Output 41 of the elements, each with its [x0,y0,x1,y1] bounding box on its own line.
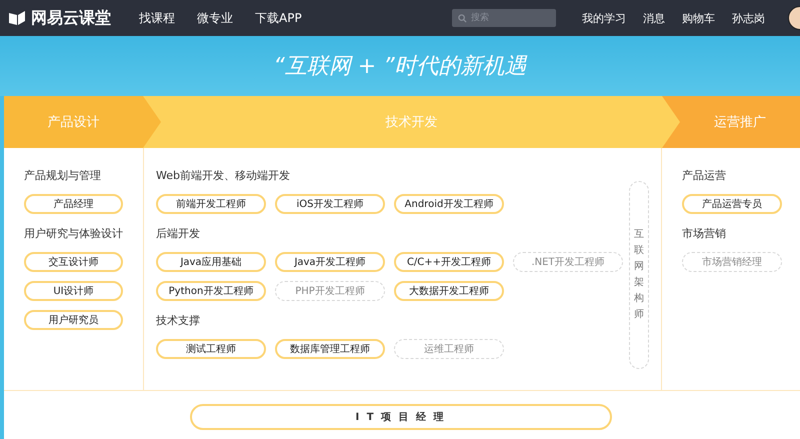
group-title: 产品运营 [682,168,727,183]
career-chip[interactable]: Java开发工程师 [275,252,385,272]
career-chip[interactable]: UI设计师 [24,281,123,301]
career-chip[interactable]: 前端开发工程师 [156,194,266,214]
career-chip[interactable]: 产品经理 [24,194,123,214]
career-chip[interactable]: 数据库管理工程师 [275,339,385,359]
user-menu-link[interactable]: 购物车 [682,10,715,26]
career-chip[interactable]: 大数据开发工程师 [394,281,504,301]
career-chip[interactable]: .NET开发工程师 [513,252,623,272]
group-title: 后端开发 [156,226,201,241]
career-chip[interactable]: 运维工程师 [394,339,504,359]
search-icon [458,14,467,23]
nav-link[interactable]: 找课程 [139,10,175,26]
user-menu-link[interactable]: 消息 [643,10,665,26]
nav-link[interactable]: 微专业 [197,10,233,26]
nav-link[interactable]: 下载APP [255,10,302,26]
career-chip[interactable]: 用户研究员 [24,310,123,330]
logo-text[interactable]: 网易云课堂 [31,8,111,28]
group-title: 用户研究与体验设计 [24,226,124,241]
career-chip[interactable]: PHP开发工程师 [275,281,385,301]
career-chip[interactable]: I T 项 目 经 理 [190,404,612,430]
career-chip[interactable]: Java应用基础 [156,252,266,272]
banner-title: “互联网 + ”时代的新机遇 [273,53,527,81]
category-header: 产品设计 [4,96,161,148]
career-chip[interactable]: Android开发工程师 [394,194,504,214]
group-title: Web前端开发、移动端开发 [156,168,291,183]
user-menu-link[interactable]: 孙志岗 [732,10,765,26]
career-chip[interactable]: 产品运营专员 [682,194,782,214]
career-chip[interactable]: iOS开发工程师 [275,194,385,214]
group-title: 技术支撑 [156,313,201,328]
career-chip[interactable]: 市场营销经理 [682,252,782,272]
career-chip[interactable]: C/C++开发工程师 [394,252,504,272]
career-chip[interactable]: 互联网架构师 [629,181,649,369]
group-title: 产品规划与管理 [24,168,102,183]
user-menu-link[interactable]: 我的学习 [582,10,626,26]
career-chip[interactable]: 测试工程师 [156,339,266,359]
career-chip[interactable]: 交互设计师 [24,252,123,272]
career-chip[interactable]: Python开发工程师 [156,281,266,301]
category-header: 技术开发 [143,96,680,148]
book-icon [8,10,26,26]
group-title: 市场营销 [682,226,727,241]
